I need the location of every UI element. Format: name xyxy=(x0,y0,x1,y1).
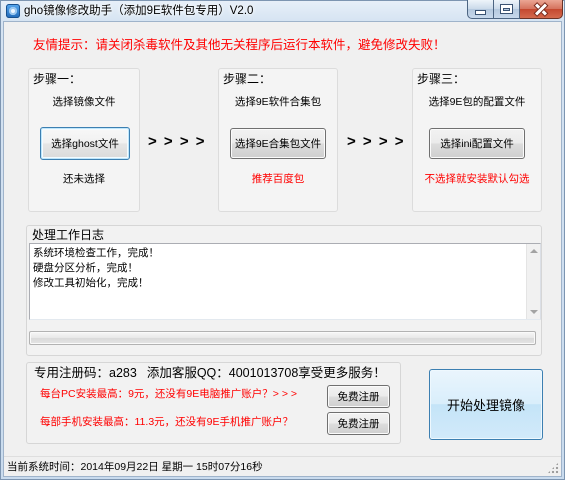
step-one-description: 选择镜像文件 xyxy=(52,96,116,108)
service-qq-text: 添加客服QQ：4001013708享受更多服务！ xyxy=(146,366,386,380)
step-one-label: 步骤一： xyxy=(33,72,82,86)
window-title: gho镜像修改助手（添加9E软件包专用）V2.0 xyxy=(24,5,254,17)
chevron-down-icon[interactable] xyxy=(527,305,540,319)
free-register-pc-button[interactable]: 免费注册 xyxy=(327,385,390,408)
step-three-label: 步骤三： xyxy=(417,72,466,86)
progress-bar xyxy=(29,331,536,345)
log-line: 硬盘分区分析，完成！ xyxy=(33,262,138,274)
close-button[interactable] xyxy=(520,0,563,19)
log-line: 修改工具初始化，完成！ xyxy=(33,277,149,289)
log-scrollbar[interactable] xyxy=(526,244,540,319)
registration-code: a283 xyxy=(109,366,137,380)
step-two-label: 步骤二： xyxy=(223,72,272,86)
step-arrow-1: > > > > xyxy=(148,133,207,150)
client-area: 友情提示：请关闭杀毒软件及其他无关程序后运行本软件，避免修改失败！ 步骤一： 选… xyxy=(4,22,561,476)
log-textbox[interactable]: 系统环境检查工作，完成！ 硬盘分区分析，完成！ 修改工具初始化，完成！ xyxy=(29,243,541,320)
registration-header: 专用注册码：a283 添加客服QQ：4001013708享受更多服务！ xyxy=(34,365,386,381)
close-icon xyxy=(535,3,547,15)
free-register-mobile-button[interactable]: 免费注册 xyxy=(327,412,390,435)
step-one-status: 还未选择 xyxy=(63,173,105,185)
resize-grip-icon[interactable] xyxy=(547,462,559,474)
minimize-button[interactable] xyxy=(467,0,494,19)
select-ini-config-button[interactable]: 选择ini配置文件 xyxy=(429,128,525,159)
registration-group: 专用注册码：a283 添加客服QQ：4001013708享受更多服务！ 每台PC安… xyxy=(26,362,401,444)
title-bar[interactable]: gho镜像修改助手（添加9E软件包专用）V2.0 xyxy=(0,0,565,22)
select-9e-package-button[interactable]: 选择9E合集包文件 xyxy=(230,128,326,159)
step-three-description: 选择9E包的配置文件 xyxy=(428,96,526,108)
registration-code-label: 专用注册码： xyxy=(34,366,110,380)
step-two-status: 推荐百度包 xyxy=(251,173,305,185)
log-group-title: 处理工作日志 xyxy=(32,228,105,242)
log-group: 处理工作日志 系统环境检查工作，完成！ 硬盘分区分析，完成！ 修改工具初始化，完… xyxy=(26,225,542,356)
chevron-up-icon[interactable] xyxy=(527,244,540,258)
system-time-text: 当前系统时间：2014年09月22日 星期一 15时07分16秒 xyxy=(7,461,263,473)
select-ghost-file-button[interactable]: 选择ghost文件 xyxy=(40,127,130,160)
minimize-icon xyxy=(476,11,485,14)
mobile-offer-text: 每部手机安装最高：11.3元，还没有9E手机推广账户？ xyxy=(40,416,293,428)
pc-offer-text: 每台PC安装最高：9元，还没有9E电脑推广账户？> > > xyxy=(40,388,297,400)
status-bar: 当前系统时间：2014年09月22日 星期一 15时07分16秒 xyxy=(4,456,561,476)
step-two-description: 选择9E软件合集包 xyxy=(234,96,322,108)
app-icon xyxy=(6,4,20,18)
step-three-status: 不选择就安装默认勾选 xyxy=(424,173,530,185)
step-arrow-2: > > > > xyxy=(347,133,406,150)
step-three-panel: 步骤三： 选择9E包的配置文件 选择ini配置文件 不选择就安装默认勾选 xyxy=(412,68,542,212)
maximize-icon xyxy=(501,5,512,13)
step-one-panel: 步骤一： 选择镜像文件 选择ghost文件 还未选择 xyxy=(28,68,140,212)
start-processing-button[interactable]: 开始处理镜像 xyxy=(429,369,543,440)
log-line: 系统环境检查工作，完成！ xyxy=(33,247,159,259)
app-window: gho镜像修改助手（添加9E软件包专用）V2.0 友情提示：请关闭杀毒软件及其他… xyxy=(0,0,565,480)
log-lines: 系统环境检查工作，完成！ 硬盘分区分析，完成！ 修改工具初始化，完成！ xyxy=(33,246,524,291)
warning-notice: 友情提示：请关闭杀毒软件及其他无关程序后运行本软件，避免修改失败！ xyxy=(33,38,446,52)
maximize-button[interactable] xyxy=(494,0,520,19)
step-two-panel: 步骤二： 选择9E软件合集包 选择9E合集包文件 推荐百度包 xyxy=(218,68,338,212)
